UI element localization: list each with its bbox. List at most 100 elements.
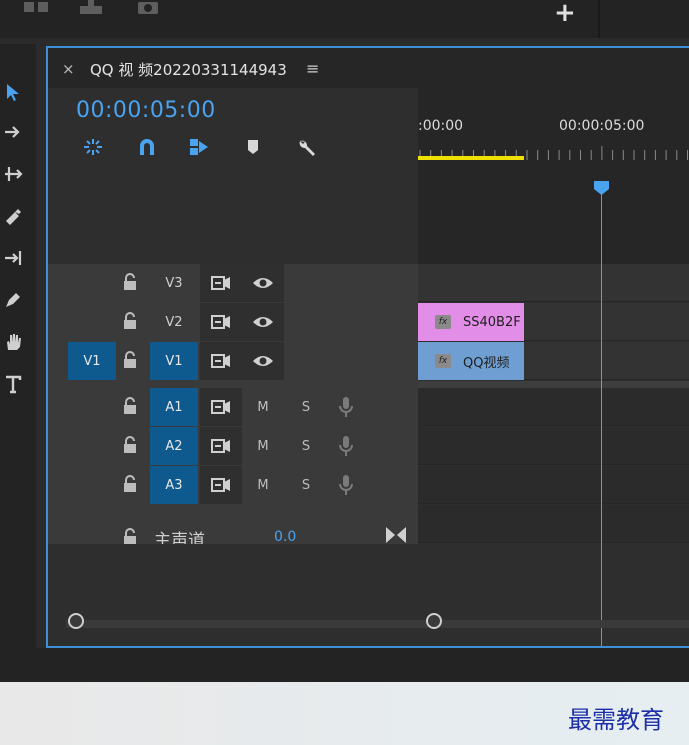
- microphone-icon[interactable]: [338, 396, 354, 418]
- track-header-a3: A3 M S: [48, 466, 418, 504]
- playhead-line[interactable]: [601, 184, 602, 646]
- track-header-v1: V1 V1: [48, 342, 418, 380]
- sync-lock-toggle[interactable]: [200, 388, 242, 426]
- sync-lock-toggle[interactable]: [200, 303, 242, 341]
- go-to-in-out-icon[interactable]: [384, 524, 408, 546]
- mute-button[interactable]: M: [252, 466, 274, 504]
- pen-tool-icon[interactable]: [0, 284, 26, 316]
- eye-icon: [253, 278, 273, 288]
- track-target-v1[interactable]: V1: [150, 342, 198, 380]
- sync-lock-icon: [211, 478, 230, 492]
- headers-empty-area: [48, 544, 418, 610]
- eye-icon: [253, 317, 273, 327]
- lock-icon[interactable]: [122, 351, 138, 369]
- add-marker-icon[interactable]: [240, 136, 266, 158]
- lock-icon[interactable]: [122, 436, 138, 454]
- fx-badge-icon: fx: [435, 315, 451, 329]
- time-ruler[interactable]: :00:00 00:00:05:00: [418, 88, 689, 264]
- sync-lock-toggle[interactable]: [200, 264, 242, 302]
- nest-icon[interactable]: [80, 136, 106, 158]
- selection-tool-icon[interactable]: [0, 76, 26, 108]
- track-target-v3[interactable]: V3: [150, 264, 198, 302]
- track-header-a2: A2 M S: [48, 427, 418, 465]
- top-toolbar: +: [0, 0, 689, 38]
- zoom-scroll-left-handle[interactable]: [68, 613, 84, 629]
- mute-button[interactable]: M: [252, 427, 274, 465]
- sync-lock-toggle[interactable]: [200, 342, 242, 380]
- panel-menu-icon[interactable]: ≡: [306, 59, 319, 78]
- track-headers: V3 V2 V1 V1 A1 M S A2 M S A3 M S 主声道 0.0: [48, 264, 418, 551]
- sync-lock-icon: [211, 354, 230, 368]
- slip-tool-icon[interactable]: [0, 242, 26, 274]
- hand-tool-icon[interactable]: [0, 326, 26, 358]
- fx-badge-icon: fx: [435, 354, 451, 368]
- lane-a2[interactable]: [418, 427, 689, 465]
- sync-lock-icon: [211, 400, 230, 414]
- mute-button[interactable]: M: [252, 388, 274, 426]
- playhead-timecode[interactable]: 00:00:05:00: [76, 98, 216, 123]
- visibility-toggle[interactable]: [242, 303, 284, 341]
- sync-lock-icon: [211, 439, 230, 453]
- snap-icon[interactable]: [134, 136, 160, 158]
- lock-icon[interactable]: [122, 397, 138, 415]
- visibility-toggle[interactable]: [242, 264, 284, 302]
- track-select-tool-icon[interactable]: [0, 116, 26, 148]
- master-volume-value[interactable]: 0.0: [274, 529, 296, 545]
- clip-video[interactable]: fx QQ视频: [418, 342, 524, 380]
- clip-graphic[interactable]: fx SS40B2F: [418, 303, 524, 341]
- microphone-icon[interactable]: [338, 474, 354, 496]
- solo-button[interactable]: S: [296, 427, 316, 465]
- add-button[interactable]: +: [554, 0, 576, 28]
- sync-lock-toggle[interactable]: [200, 427, 242, 465]
- lock-icon[interactable]: [122, 312, 138, 330]
- sync-lock-icon: [211, 315, 230, 329]
- av-divider: [418, 381, 689, 388]
- visibility-toggle[interactable]: [242, 342, 284, 380]
- lane-v3[interactable]: [418, 264, 689, 302]
- lane-master[interactable]: [418, 505, 689, 543]
- track-header-a1: A1 M S: [48, 388, 418, 426]
- type-tool-icon[interactable]: [0, 368, 26, 400]
- zoom-scroll-right-handle[interactable]: [426, 613, 442, 629]
- lock-icon[interactable]: [122, 273, 138, 291]
- sequence-tab-bar: × QQ 视 频20220331144943 ≡: [48, 48, 689, 88]
- microphone-icon[interactable]: [338, 435, 354, 457]
- clip-label: QQ视频: [463, 355, 510, 371]
- ripple-edit-tool-icon[interactable]: [0, 158, 26, 190]
- razor-tool-icon[interactable]: [0, 200, 26, 232]
- toolbar-divider: [598, 0, 600, 38]
- source-patch-v1[interactable]: V1: [68, 342, 116, 380]
- timeline-panel: × QQ 视 频20220331144943 ≡ 00:00:05:00 V3: [46, 46, 689, 648]
- lane-a1[interactable]: [418, 388, 689, 426]
- close-tab-button[interactable]: ×: [62, 60, 75, 78]
- track-lanes: fx SS40B2F fx QQ视频: [418, 264, 689, 554]
- camera-icon[interactable]: [136, 0, 160, 20]
- timeline-tracks-area: :00:00 00:00:05:00 fx SS40B2F fx QQ视频: [418, 88, 689, 646]
- track-header-v3: V3: [48, 264, 418, 302]
- zoom-scroll-bar[interactable]: [66, 620, 689, 628]
- playhead-marker-icon[interactable]: [593, 180, 610, 196]
- linked-selection-icon[interactable]: [186, 136, 212, 158]
- settings-wrench-icon[interactable]: [294, 136, 320, 158]
- sync-lock-toggle[interactable]: [200, 466, 242, 504]
- grid-icon[interactable]: [22, 0, 52, 20]
- track-target-v2[interactable]: V2: [150, 303, 198, 341]
- lock-icon[interactable]: [122, 475, 138, 493]
- track-target-a3[interactable]: A3: [150, 466, 198, 504]
- export-icon[interactable]: [76, 0, 106, 20]
- sequence-title[interactable]: QQ 视 频20220331144943: [90, 59, 287, 80]
- lower-panel-strip: [0, 648, 689, 682]
- tools-panel: [0, 44, 36, 648]
- track-target-a2[interactable]: A2: [150, 427, 198, 465]
- ruler-label-start: :00:00: [418, 118, 464, 134]
- sync-lock-icon: [211, 276, 230, 290]
- ruler-label-5s: 00:00:05:00: [559, 118, 645, 134]
- track-header-v2: V2: [48, 303, 418, 341]
- lane-a3[interactable]: [418, 466, 689, 504]
- clip-label: SS40B2F: [463, 314, 521, 330]
- work-area-bar[interactable]: [418, 156, 524, 160]
- watermark-logo: 最需教育: [568, 706, 664, 734]
- solo-button[interactable]: S: [296, 388, 316, 426]
- track-target-a1[interactable]: A1: [150, 388, 198, 426]
- solo-button[interactable]: S: [296, 466, 316, 504]
